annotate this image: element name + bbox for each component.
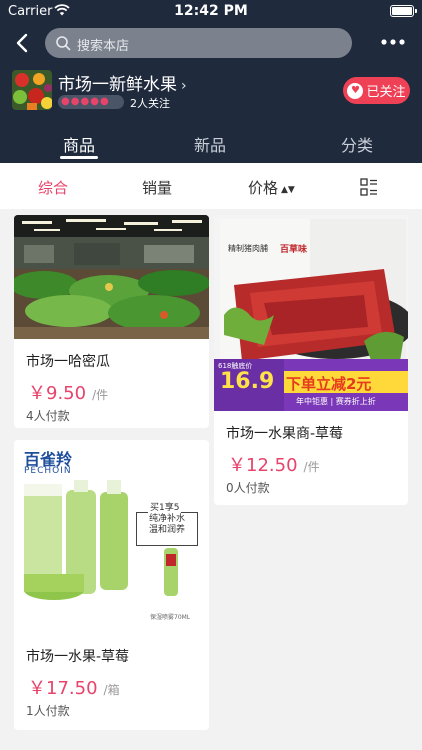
product-card[interactable]: 百雀羚 PECHOIN 纯净补水 温和润养 买1享5 保湿喷雾70ML 市场一水… (14, 440, 209, 730)
product-title: 市场一哈密瓜 (26, 354, 110, 370)
tab-categories[interactable]: 分类 (312, 132, 402, 156)
promo-note: 保湿喷雾70ML (150, 614, 191, 621)
star-icon: ● (70, 96, 80, 107)
shop-rating: ● ● ● ● ● (58, 95, 124, 109)
status-bar: Carrier 12:42 PM (0, 0, 422, 24)
product-title: 市场一水果-草莓 (26, 649, 130, 665)
sort-overall[interactable]: 综合 (38, 177, 68, 198)
sort-bar: 综合 销量 价格 ▲▼ (0, 163, 422, 209)
promo-line1: 纯净补水 (148, 514, 185, 524)
tab-new[interactable]: 新品 (165, 132, 255, 156)
product-price: ￥17.50/箱 (28, 678, 120, 699)
more-dots-icon[interactable] (380, 38, 406, 46)
banner-sub: 年中钜惠 | 赛券折上折 (296, 397, 376, 406)
product-sold-count: 1人付款 (26, 704, 70, 718)
product-title: 市场一水果商-草莓 (226, 426, 344, 442)
product-image-skincare: 百雀羚 PECHOIN 纯净补水 温和润养 买1享5 保湿喷雾70ML (14, 440, 209, 632)
banner-price: 16.9 (220, 369, 275, 394)
brand-en: PECHOIN (24, 466, 72, 476)
shop-logo[interactable] (12, 70, 52, 110)
package-name: 精制猪肉脯 (228, 244, 268, 253)
sort-arrows-icon: ▲▼ (281, 185, 295, 195)
promo-box: 纯净补水 温和润养 (136, 512, 198, 546)
product-card[interactable]: 市场一哈密瓜 ￥9.50/件 4人付款 (14, 215, 209, 428)
follow-button[interactable]: ♥ 已关注 (343, 77, 410, 104)
product-sold-count: 4人付款 (26, 409, 70, 423)
product-card[interactable]: 精制猪肉脯 百草味 618触底价 16.9 下单立减2元 年中钜惠 | 赛券折上… (214, 215, 408, 505)
promo-banner: 618触底价 16.9 下单立减2元 年中钜惠 | 赛券折上折 (214, 359, 408, 411)
sort-sales[interactable]: 销量 (142, 177, 172, 198)
follower-count: 2人关注 (130, 97, 170, 110)
package-brand: 百草味 (280, 245, 308, 255)
promo-line2: 温和润养 (148, 525, 185, 535)
battery-icon (390, 5, 417, 17)
promo-buy: 买1享5 (148, 500, 182, 513)
star-icon: ● (80, 96, 90, 107)
search-input[interactable]: 搜索本店 (45, 28, 352, 58)
heart-icon: ♥ (347, 82, 364, 99)
star-icon: ● (99, 96, 109, 107)
product-image-jerky: 精制猪肉脯 百草味 618触底价 16.9 下单立减2元 年中钜惠 | 赛券折上… (214, 215, 408, 411)
sort-price[interactable]: 价格 ▲▼ (248, 177, 295, 198)
shop-header: Carrier 12:42 PM 搜索本店 市场一新鲜水果 › ● ● ● ● … (0, 0, 422, 163)
clock: 12:42 PM (174, 3, 248, 19)
search-placeholder: 搜索本店 (77, 39, 130, 54)
shop-name[interactable]: 市场一新鲜水果 › (58, 70, 187, 95)
tab-products[interactable]: 商品 (34, 132, 124, 156)
grid-toggle-icon[interactable] (360, 178, 378, 196)
product-image-supermarket (14, 215, 209, 339)
star-icon: ● (61, 96, 70, 107)
back-chevron-icon[interactable] (12, 32, 34, 54)
product-price: ￥9.50/件 (28, 383, 109, 404)
banner-slogan: 下单立减2元 (286, 375, 372, 393)
star-icon: ● (90, 96, 99, 107)
chevron-right-icon: › (181, 78, 187, 94)
product-price: ￥12.50/件 (228, 455, 320, 476)
active-tab-indicator (60, 156, 98, 159)
search-icon (56, 36, 71, 51)
product-sold-count: 0人付款 (226, 481, 270, 495)
